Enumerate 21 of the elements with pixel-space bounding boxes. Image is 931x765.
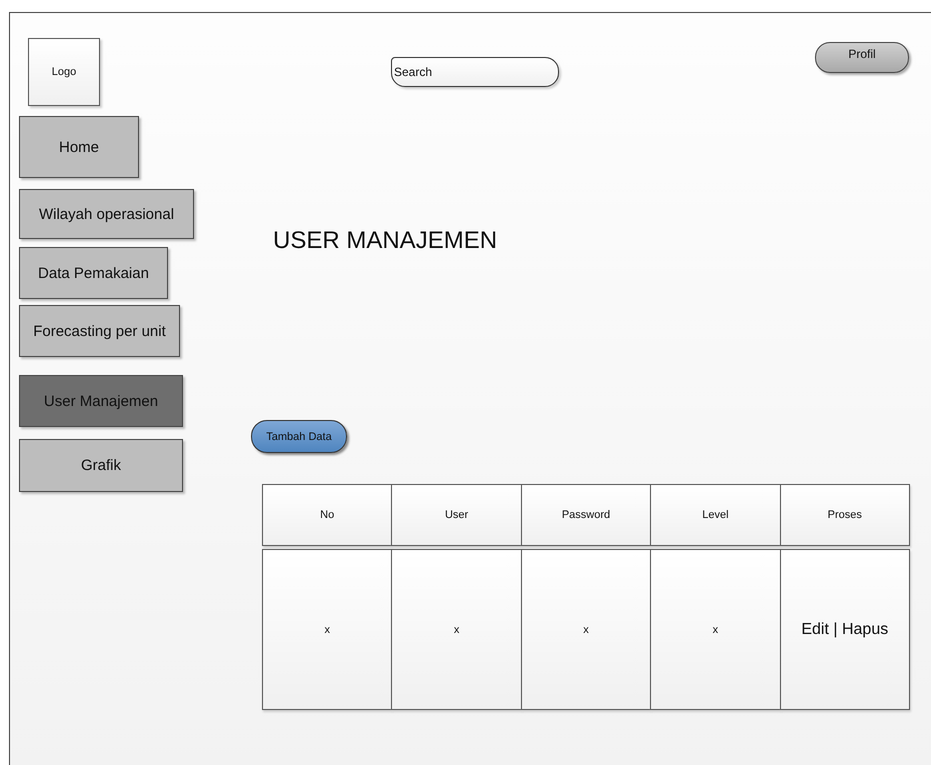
sidebar-item[interactable]: Wilayah operasional <box>19 189 194 239</box>
sidebar-item[interactable]: Data Pemakaian <box>19 247 168 299</box>
sidebar-item[interactable]: Grafik <box>19 439 183 492</box>
table-cell: Edit | Hapus <box>780 549 910 710</box>
logo: Logo <box>28 38 100 106</box>
column-header: User <box>391 484 522 546</box>
table-cell: x <box>650 549 781 710</box>
search-field[interactable]: Search <box>391 57 559 87</box>
sidebar-item[interactable]: Forecasting per unit <box>19 305 180 357</box>
add-data-button[interactable]: Tambah Data <box>251 420 347 453</box>
sidebar-item[interactable]: User Manajemen <box>19 375 183 427</box>
table-cell: x <box>262 549 392 710</box>
column-header: Password <box>520 484 652 546</box>
page-title: USER MANAJEMEN <box>273 227 498 255</box>
column-header: Level <box>650 484 781 546</box>
profile-button[interactable]: Profil <box>815 42 909 73</box>
sidebar-item[interactable]: Home <box>19 116 139 178</box>
column-header: No <box>262 484 392 546</box>
column-header: Proses <box>780 484 910 546</box>
table-cell: x <box>391 549 522 710</box>
table-cell: x <box>520 549 652 710</box>
